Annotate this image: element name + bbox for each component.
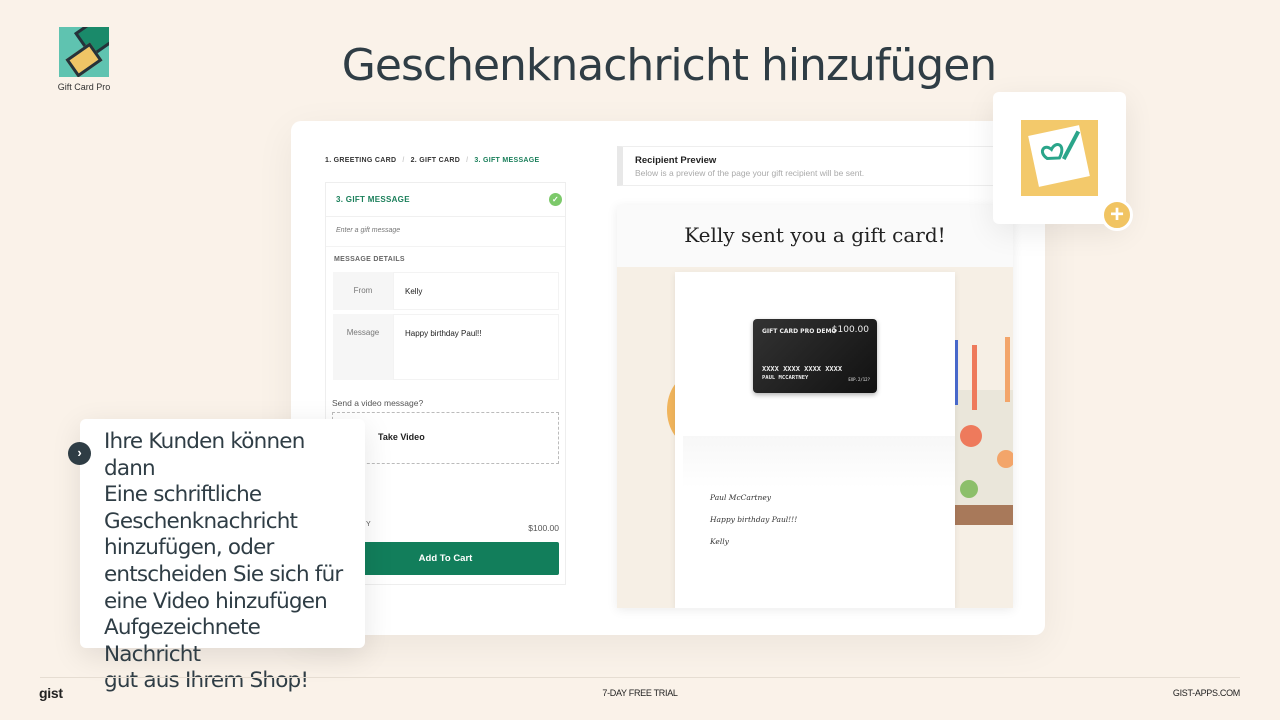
breadcrumb-greeting-card[interactable]: 1. GREETING CARD (325, 157, 396, 164)
greeting-card: GIFT CARD PRO DEMO $100.00 XXXX XXXX XXX… (675, 272, 955, 608)
recipient-preview-description: Below is a preview of the page your gift… (635, 168, 865, 178)
from-label: From (353, 286, 373, 295)
feature-callout: Ihre Kunden können dann Eine schriftlich… (80, 419, 365, 693)
cake-stand (953, 505, 1013, 525)
section-title: 3. GIFT MESSAGE (336, 195, 410, 204)
cake-dot (960, 425, 982, 447)
message-label: Message (346, 328, 380, 337)
card-message: Happy birthday Paul!!! (710, 515, 798, 524)
breadcrumb-gift-message[interactable]: 3. GIFT MESSAGE (474, 157, 539, 164)
page-title: Geschenknachricht hinzufügen (341, 40, 997, 91)
cake-dot (997, 450, 1013, 468)
card-brand: GIFT CARD PRO DEMO (762, 328, 837, 335)
card-expiry: EXP.2/12? (848, 377, 870, 382)
callout-line: eine Video hinzufügen (104, 588, 328, 614)
check-icon: ✓ (549, 193, 562, 206)
recipient-preview: Kelly sent you a gift card! GIFT CARD PR… (617, 205, 1013, 608)
website-link[interactable]: GIST-APPS.COM (1173, 688, 1240, 698)
message-details-label: MESSAGE DETAILS (334, 256, 405, 263)
gift-message-input[interactable]: Enter a gift message (326, 217, 565, 247)
message-field[interactable]: Happy birthday Paul!! (393, 314, 559, 380)
callout-line: hinzufügen, oder (104, 535, 274, 561)
callout-line: Aufgezeichnete Nachricht (104, 615, 261, 667)
gift-card-image: GIFT CARD PRO DEMO $100.00 XXXX XXXX XXX… (753, 319, 877, 393)
free-trial-link[interactable]: 7-DAY FREE TRIAL (0, 688, 1280, 698)
breadcrumb-gift-card[interactable]: 2. GIFT CARD (411, 157, 461, 164)
callout-line: Eine schriftliche (104, 482, 262, 508)
card-holder: PAUL MCCARTNEY (762, 375, 809, 381)
video-question: Send a video message? (332, 398, 424, 408)
callout-line: Ihre Kunden können dann (104, 429, 305, 481)
recipient-preview-title: Recipient Preview (635, 155, 717, 166)
footer-divider (40, 677, 1240, 678)
card-from: Kelly (710, 537, 729, 546)
cake-illustration (949, 390, 1013, 505)
chevron-right-icon: › (68, 442, 91, 465)
callout-line: Geschenknachricht (104, 508, 298, 534)
card-to: Paul McCartney (710, 493, 771, 502)
candle (1005, 337, 1010, 402)
note-heart-icon (1028, 125, 1090, 187)
card-amount: $100.00 (831, 325, 869, 335)
preview-heading: Kelly sent you a gift card! (617, 205, 1013, 267)
candle (972, 345, 977, 410)
card-number: XXXX XXXX XXXX XXXX (762, 365, 843, 373)
breadcrumb: 1. GREETING CARD/ 2. GIFT CARD/ 3. GIFT … (325, 157, 540, 164)
take-video-button[interactable]: Take Video (332, 412, 559, 464)
add-to-cart-button[interactable]: Add To Cart (332, 542, 559, 575)
recipient-preview-header: Recipient Preview Below is a preview of … (617, 146, 997, 186)
callout-line: entscheiden Sie sich für (104, 561, 343, 587)
plus-icon: + (1101, 199, 1133, 231)
quantity-label: Y (366, 521, 371, 528)
from-field[interactable]: Kelly (393, 272, 559, 310)
cake-dot (960, 480, 978, 498)
price: $100.00 (528, 523, 559, 533)
